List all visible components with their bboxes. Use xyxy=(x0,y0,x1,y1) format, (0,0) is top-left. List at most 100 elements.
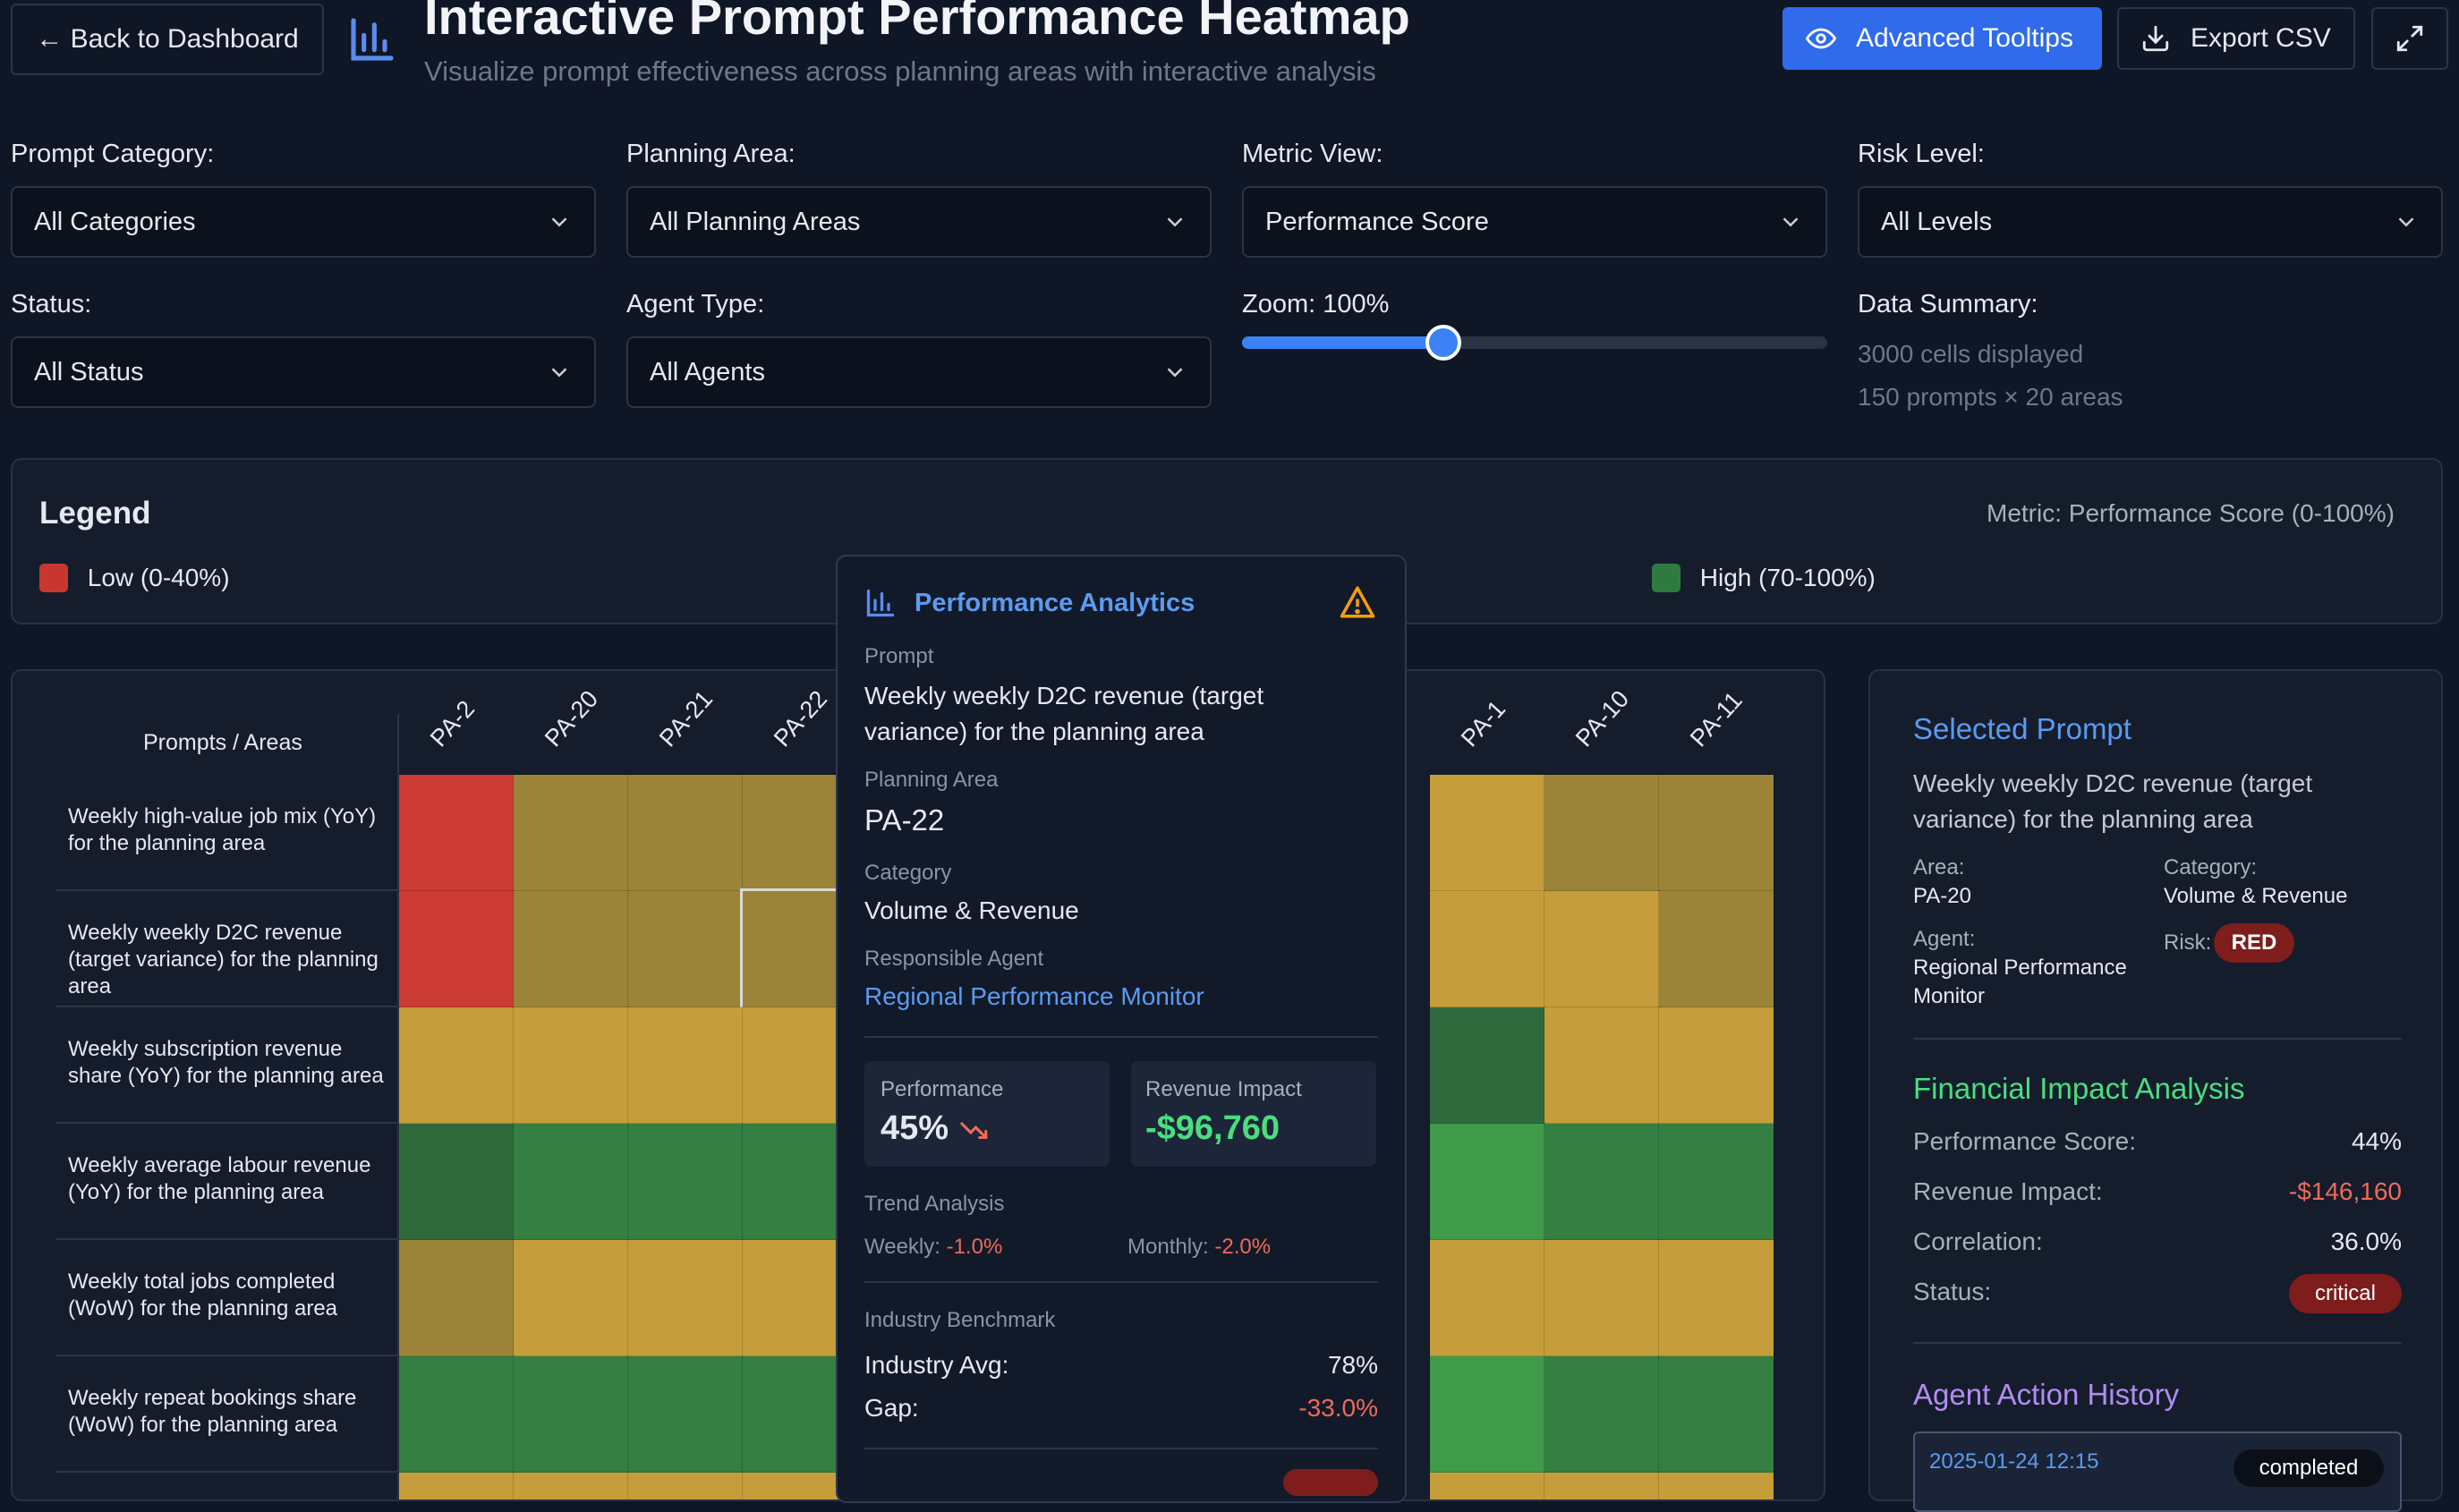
heatmap-cell[interactable] xyxy=(1429,774,1545,892)
status-select[interactable]: All Status xyxy=(11,336,596,408)
history-status-badge: completed xyxy=(2234,1449,2384,1487)
advanced-tooltips-label: Advanced Tooltips xyxy=(1856,23,2073,53)
heatmap-cell[interactable] xyxy=(513,1472,629,1499)
zoom-slider[interactable] xyxy=(1242,325,1827,361)
advanced-tooltips-button[interactable]: Advanced Tooltips xyxy=(1783,7,2102,70)
row-label: Weekly total jobs completed (WoW) for th… xyxy=(68,1270,338,1321)
legend-title: Legend xyxy=(39,496,151,531)
fin-rev-label: Revenue Impact: xyxy=(1913,1177,2103,1205)
heatmap-cell[interactable] xyxy=(627,1472,744,1499)
agent-type-value: All Agents xyxy=(650,357,765,386)
heatmap-cell[interactable] xyxy=(398,1123,515,1241)
row-label: Weekly repeat bookings share (WoW) for t… xyxy=(68,1386,357,1437)
selected-category: Volume & Revenue xyxy=(2164,884,2348,908)
tooltip-prompt-label: Prompt xyxy=(864,644,934,668)
heatmap-cell[interactable] xyxy=(1429,1007,1545,1125)
heatmap-cell[interactable] xyxy=(1658,1007,1774,1125)
heatmap-cell[interactable] xyxy=(513,774,629,892)
zoom-slider-handle[interactable] xyxy=(1425,325,1461,361)
heatmap-cell[interactable] xyxy=(627,1239,744,1357)
tooltip-rev-value: -$96,760 xyxy=(1145,1109,1281,1147)
status-badge: critical xyxy=(2289,1274,2402,1313)
heatmap-cell[interactable] xyxy=(398,1007,515,1125)
selected-agent: Regional Performance Monitor xyxy=(1913,956,2127,1008)
prompt-category-label: Prompt Category: xyxy=(11,140,215,168)
heatmap-cell[interactable] xyxy=(1658,890,1774,1008)
heatmap-cell[interactable] xyxy=(513,890,629,1008)
metric-view-select[interactable]: Performance Score xyxy=(1242,186,1827,258)
page-subtitle: Visualize prompt effectiveness across pl… xyxy=(424,55,1376,87)
heatmap-cell[interactable] xyxy=(513,1355,629,1474)
legend-low-label: Low (0-40%) xyxy=(87,563,230,591)
row-label: Weekly weekly D2C revenue (target varian… xyxy=(68,921,379,998)
legend-high-label: High (70-100%) xyxy=(1699,563,1876,591)
prompt-category-select[interactable]: All Categories xyxy=(11,186,596,258)
expand-icon xyxy=(2396,25,2423,52)
heatmap-cell[interactable] xyxy=(1544,1239,1660,1357)
column-header-pa-10: PA-10 xyxy=(1570,684,1635,752)
heatmap-cell[interactable] xyxy=(627,890,744,1008)
summary-cells: 3000 cells displayed xyxy=(1858,340,2084,368)
tooltip-gap-value: -33.0% xyxy=(1298,1394,1378,1422)
heatmap-cell[interactable] xyxy=(398,1355,515,1474)
risk-level-select[interactable]: All Levels xyxy=(1858,186,2443,258)
heatmap-cell[interactable] xyxy=(1429,1355,1545,1474)
heatmap-cell[interactable] xyxy=(627,1123,744,1241)
high-swatch xyxy=(1652,563,1680,592)
agent-type-select[interactable]: All Agents xyxy=(626,336,1212,408)
column-header-pa-22: PA-22 xyxy=(768,684,833,752)
heatmap-cell[interactable] xyxy=(1658,1472,1774,1499)
heatmap-cell[interactable] xyxy=(627,1007,744,1125)
analytics-icon xyxy=(866,589,895,617)
column-header-pa-1: PA-1 xyxy=(1455,695,1511,752)
summary-dimensions: 150 prompts × 20 areas xyxy=(1858,383,2123,411)
heatmap-cell[interactable] xyxy=(398,890,515,1008)
heatmap-cell[interactable] xyxy=(627,1355,744,1474)
tooltip-prompt: Weekly weekly D2C revenue (target varian… xyxy=(864,682,1264,745)
tooltip-rev-label: Revenue Impact xyxy=(1145,1077,1302,1101)
heatmap-cell[interactable] xyxy=(1658,774,1774,892)
data-summary-label: Data Summary: xyxy=(1858,290,2038,319)
planning-area-value: All Planning Areas xyxy=(650,207,861,236)
export-csv-button[interactable]: Export CSV xyxy=(2117,7,2355,70)
heatmap-cell[interactable] xyxy=(1429,1472,1545,1499)
heatmap-corner: Prompts / Areas xyxy=(143,730,302,755)
heatmap-cell[interactable] xyxy=(513,1123,629,1241)
tooltip-agent-link[interactable]: Regional Performance Monitor xyxy=(864,982,1204,1011)
heatmap-cell[interactable] xyxy=(1658,1355,1774,1474)
eye-icon xyxy=(1806,28,1836,49)
heatmap-cell[interactable] xyxy=(1544,1355,1660,1474)
heatmap-cell[interactable] xyxy=(1544,890,1660,1008)
chevron-down-icon xyxy=(551,368,567,378)
low-swatch xyxy=(39,563,68,592)
heatmap-cell[interactable] xyxy=(513,1239,629,1357)
trending-down-icon xyxy=(960,1122,988,1140)
heatmap-cell[interactable] xyxy=(627,774,744,892)
back-to-dashboard-button[interactable]: ← Back to Dashboard xyxy=(11,4,324,75)
heatmap-cell[interactable] xyxy=(1429,1123,1545,1241)
column-header-pa-2: PA-2 xyxy=(424,695,481,752)
heatmap-cell[interactable] xyxy=(1544,1472,1660,1499)
legend-low: Low (0-40%) xyxy=(39,562,230,592)
page-title: Interactive Prompt Performance Heatmap xyxy=(424,0,1410,45)
tooltip-title: Performance Analytics xyxy=(915,589,1195,617)
agent-history-title: Agent Action History xyxy=(1913,1378,2180,1411)
tooltip-area-label: Planning Area xyxy=(864,768,999,792)
fullscreen-button[interactable] xyxy=(2371,7,2448,70)
heatmap-cell[interactable] xyxy=(1429,890,1545,1008)
heatmap-cell[interactable] xyxy=(1544,1007,1660,1125)
heatmap-cell[interactable] xyxy=(1544,774,1660,892)
heatmap-cell[interactable] xyxy=(398,1472,515,1499)
heatmap-cell[interactable] xyxy=(398,774,515,892)
heatmap-cell[interactable] xyxy=(1544,1123,1660,1241)
heatmap-cell[interactable] xyxy=(1429,1239,1545,1357)
risk-level-label: Risk Level: xyxy=(1858,140,1985,168)
heatmap-cell[interactable] xyxy=(398,1239,515,1357)
heatmap-cell[interactable] xyxy=(1658,1239,1774,1357)
heatmap-cell[interactable] xyxy=(513,1007,629,1125)
fin-perf-value: 44% xyxy=(2351,1127,2402,1155)
planning-area-select[interactable]: All Planning Areas xyxy=(626,186,1212,258)
export-csv-label: Export CSV xyxy=(2191,23,2331,53)
heatmap-cell[interactable] xyxy=(1658,1123,1774,1241)
selected-area-label: Area: xyxy=(1913,855,1965,879)
